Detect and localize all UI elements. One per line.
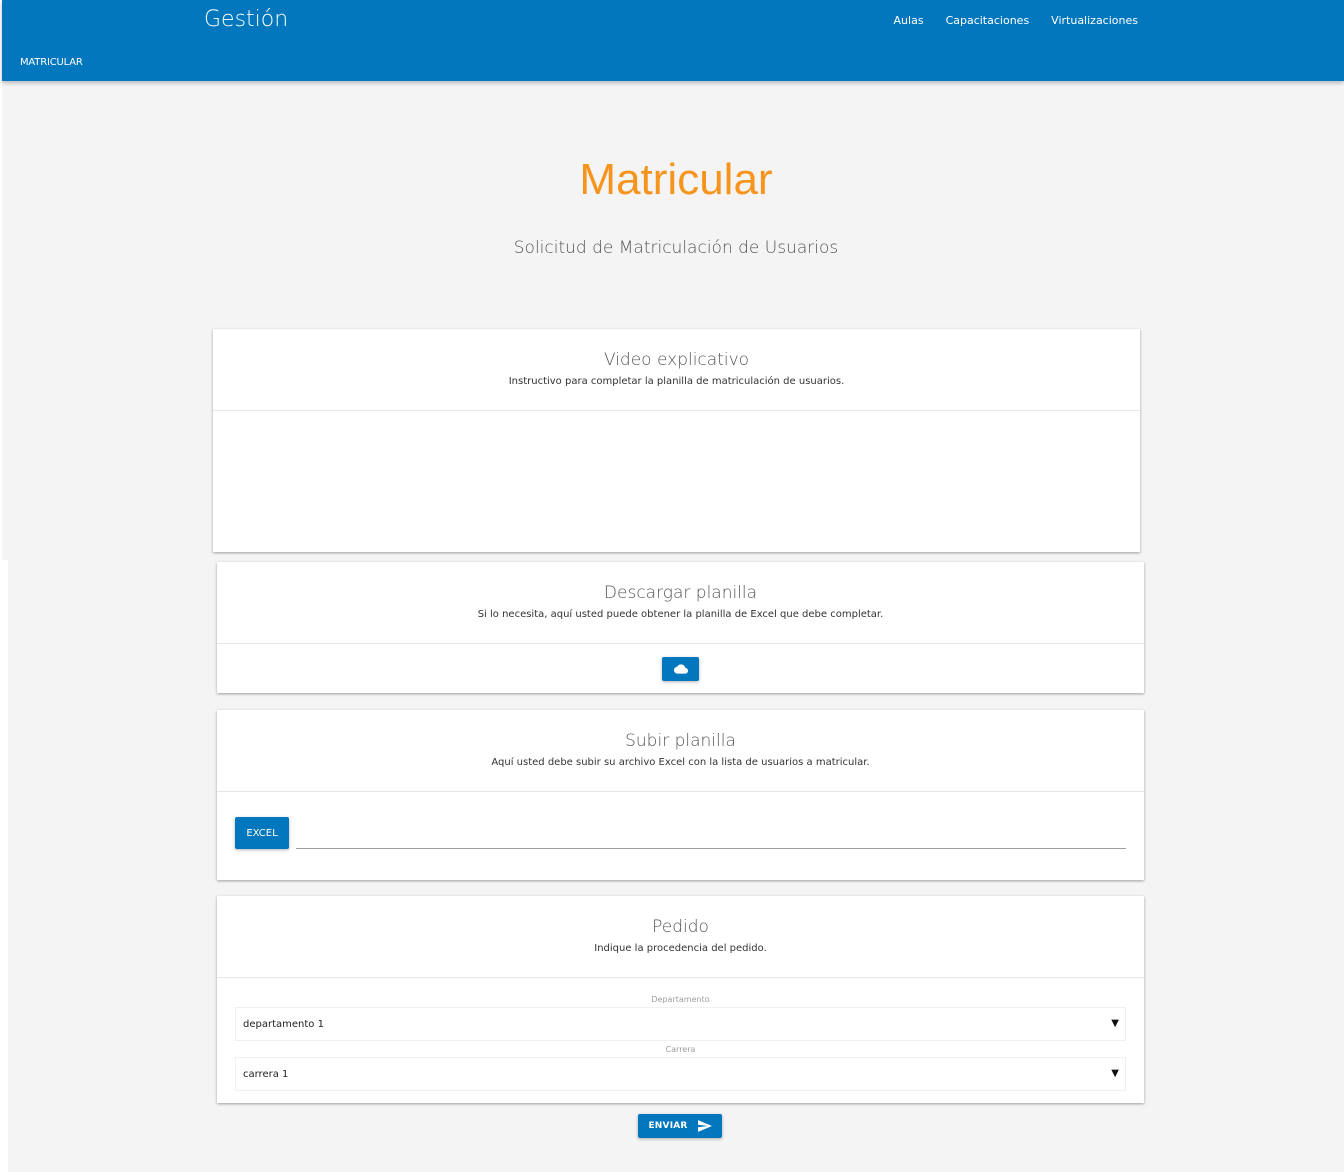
upload-card: Subir planilla Aquí usted debe subir su … [217,710,1144,880]
order-card: Pedido Indique la procedencia del pedido… [217,896,1144,1103]
order-card-header: Pedido Indique la procedencia del pedido… [217,896,1144,978]
nav-link-capacitaciones[interactable]: Capacitaciones [935,14,1041,28]
submit-button[interactable]: ENVIAR [638,1114,722,1138]
file-path-input[interactable] [296,821,1126,849]
caret-down-icon: ▼ [1111,1018,1119,1029]
upload-card-header: Subir planilla Aquí usted debe subir su … [217,710,1144,792]
career-select[interactable]: carrera 1 ▼ [235,1057,1126,1091]
order-card-description: Indique la procedencia del pedido. [594,943,767,954]
brand-logo[interactable]: Gestión [204,7,288,32]
upload-card-title: Subir planilla [625,731,736,751]
nav-link-virtualizaciones[interactable]: Virtualizaciones [1040,14,1138,28]
video-player-area[interactable] [213,411,1140,551]
send-icon [697,1120,712,1132]
page-subtitle: Solicitud de Matriculación de Usuarios [513,238,839,258]
download-card-description: Si lo necesita, aquí usted puede obtener… [477,609,884,620]
department-label: Departamento [651,995,710,1004]
excel-upload-button[interactable]: EXCEL [235,817,289,849]
career-label: Carrera [665,1045,696,1054]
page-edge [0,560,8,1172]
order-card-title: Pedido [652,917,709,937]
upload-card-description: Aquí usted debe subir su archivo Excel c… [491,757,870,768]
navbar: Gestión Aulas Capacitaciones Virtualizac… [2,0,1344,81]
download-card: Descargar planilla Si lo necesita, aquí … [217,562,1144,693]
submit-button-label: ENVIAR [648,1121,688,1131]
download-card-header: Descargar planilla Si lo necesita, aquí … [217,562,1144,644]
video-card: Video explicativo Instructivo para compl… [213,329,1140,552]
video-card-description: Instructivo para completar la planilla d… [508,376,845,387]
download-card-title: Descargar planilla [603,583,758,603]
career-selected-value: carrera 1 [243,1068,289,1080]
nav-link-aulas[interactable]: Aulas [883,14,935,28]
cloud-download-icon [673,664,688,674]
page-title: Matricular [579,155,773,204]
video-card-header: Video explicativo Instructivo para compl… [213,329,1140,411]
video-card-title: Video explicativo [603,350,750,370]
download-template-button[interactable] [662,657,699,681]
department-selected-value: departamento 1 [243,1018,324,1030]
caret-down-icon: ▼ [1111,1068,1119,1079]
department-select[interactable]: departamento 1 ▼ [235,1007,1126,1041]
nav-links: Aulas Capacitaciones Virtualizaciones [883,14,1138,28]
breadcrumb-matricular[interactable]: MATRICULAR [20,57,83,68]
